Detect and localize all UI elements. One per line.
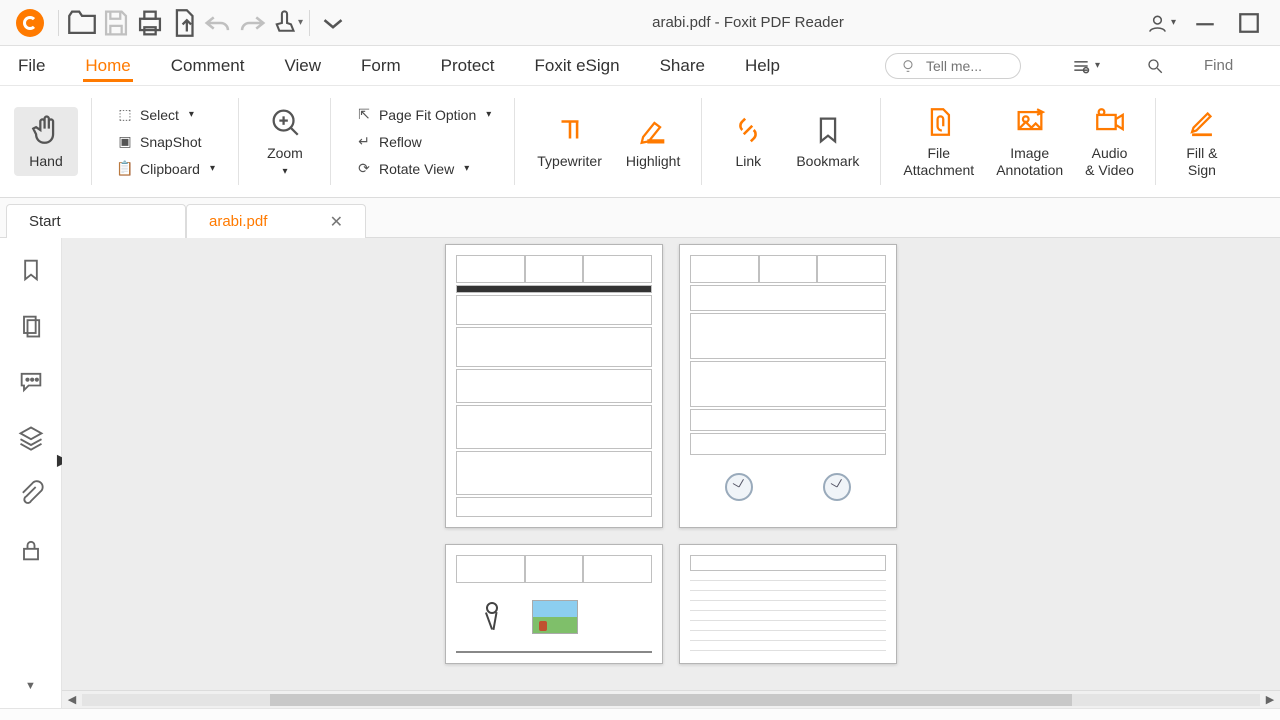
link-icon [731,113,765,147]
menu-help[interactable]: Help [743,50,782,82]
save-icon [99,6,133,40]
video-icon [1093,105,1127,139]
bookmarks-panel-icon[interactable] [17,256,45,284]
rotate-view-button[interactable]: ⟳Rotate View▾ [351,158,495,179]
clipboard-icon: 📋 [116,160,134,177]
scroll-thumb[interactable] [270,694,1071,706]
layers-panel-icon[interactable] [17,424,45,452]
fill-sign-button[interactable]: Fill & Sign [1170,99,1234,183]
page-fit-icon: ⇱ [355,106,373,123]
picture-illustration [532,600,578,634]
close-tab-icon[interactable]: ✕ [330,212,343,232]
hand-icon [29,113,63,147]
bookmark-icon [811,113,845,147]
side-panel: ▶ ▼ [0,238,62,708]
highlight-button[interactable]: Highlight [618,107,688,175]
open-icon[interactable] [65,6,99,40]
redo-icon [235,6,269,40]
print-icon[interactable] [133,6,167,40]
rotate-icon: ⟳ [355,160,373,177]
page-fit-button[interactable]: ⇱Page Fit Option▾ [351,104,495,125]
page-viewport[interactable] [62,238,1280,690]
bookmark-button[interactable]: Bookmark [788,107,867,175]
select-button[interactable]: ⬚Select▾ [112,104,219,125]
title-bar: ▾ arabi.pdf - Foxit PDF Reader ▾ [0,0,1280,46]
attachment-icon [922,105,956,139]
maximize-icon[interactable] [1234,8,1264,38]
document-tab-strip: Start arabi.pdf ✕ [0,198,1280,238]
snapshot-button[interactable]: ▣SnapShot [112,131,219,152]
file-attachment-button[interactable]: File Attachment [895,99,982,183]
tell-me-search[interactable] [885,53,1021,79]
pdf-page-thumbnail[interactable] [445,544,663,664]
typewriter-button[interactable]: Typewriter [529,107,610,175]
menu-view[interactable]: View [282,50,323,82]
keys-illustration [476,602,512,632]
minimize-icon[interactable] [1190,8,1220,38]
clock-illustration [725,473,753,501]
highlight-icon [636,113,670,147]
scroll-left-icon[interactable]: ◀ [62,693,82,706]
tab-document[interactable]: arabi.pdf ✕ [186,204,366,238]
clipboard-button[interactable]: 📋Clipboard▾ [112,158,219,179]
account-icon[interactable]: ▾ [1146,8,1176,38]
zoom-button[interactable]: Zoom▾ [253,99,317,184]
quick-access-dropdown-icon[interactable] [316,6,350,40]
select-icon: ⬚ [116,106,134,123]
undo-icon [201,6,235,40]
clock-illustration [823,473,851,501]
scroll-right-icon[interactable]: ▶ [1260,693,1280,706]
bulb-icon [900,58,916,74]
menu-home[interactable]: Home [83,50,132,82]
menu-protect[interactable]: Protect [439,50,497,82]
pages-panel-icon[interactable] [17,312,45,340]
app-logo [16,9,44,37]
hand-tool-button[interactable]: Hand [14,107,78,175]
reflow-icon: ↵ [355,133,373,150]
image-icon [1013,105,1047,139]
find-input[interactable] [1204,57,1264,74]
find-icon[interactable] [1146,57,1164,75]
window-title: arabi.pdf - Foxit PDF Reader [350,14,1146,31]
export-icon[interactable] [167,6,201,40]
status-bar [0,708,1280,720]
pdf-page-thumbnail[interactable] [679,544,897,664]
menu-share[interactable]: Share [658,50,707,82]
camera-icon: ▣ [116,133,134,150]
comments-panel-icon[interactable] [17,368,45,396]
tab-start[interactable]: Start [6,204,186,238]
list-settings-icon[interactable]: ▾ [1071,56,1100,76]
typewriter-icon [553,113,587,147]
security-panel-icon[interactable] [17,536,45,564]
more-panels-icon[interactable]: ▼ [17,672,45,700]
pdf-page-thumbnail[interactable] [445,244,663,528]
audio-video-button[interactable]: Audio & Video [1077,99,1142,183]
attachments-panel-icon[interactable] [17,480,45,508]
reflow-button[interactable]: ↵Reflow [351,131,495,152]
tell-me-input[interactable] [926,58,1006,74]
menu-bar: File Home Comment View Form Protect Foxi… [0,46,1280,86]
menu-comment[interactable]: Comment [169,50,247,82]
menu-form[interactable]: Form [359,50,403,82]
zoom-icon [268,105,302,139]
document-area: ▶ ▼ [0,238,1280,708]
pdf-page-thumbnail[interactable] [679,244,897,528]
ribbon: Hand ⬚Select▾ ▣SnapShot 📋Clipboard▾ Zoom… [0,86,1280,198]
horizontal-scrollbar[interactable]: ◀ ▶ [62,690,1280,708]
link-button[interactable]: Link [716,107,780,175]
menu-file[interactable]: File [16,50,47,82]
pen-icon [1185,105,1219,139]
touch-mode-icon[interactable]: ▾ [269,6,303,40]
menu-esign[interactable]: Foxit eSign [533,50,622,82]
image-annotation-button[interactable]: Image Annotation [988,99,1071,183]
